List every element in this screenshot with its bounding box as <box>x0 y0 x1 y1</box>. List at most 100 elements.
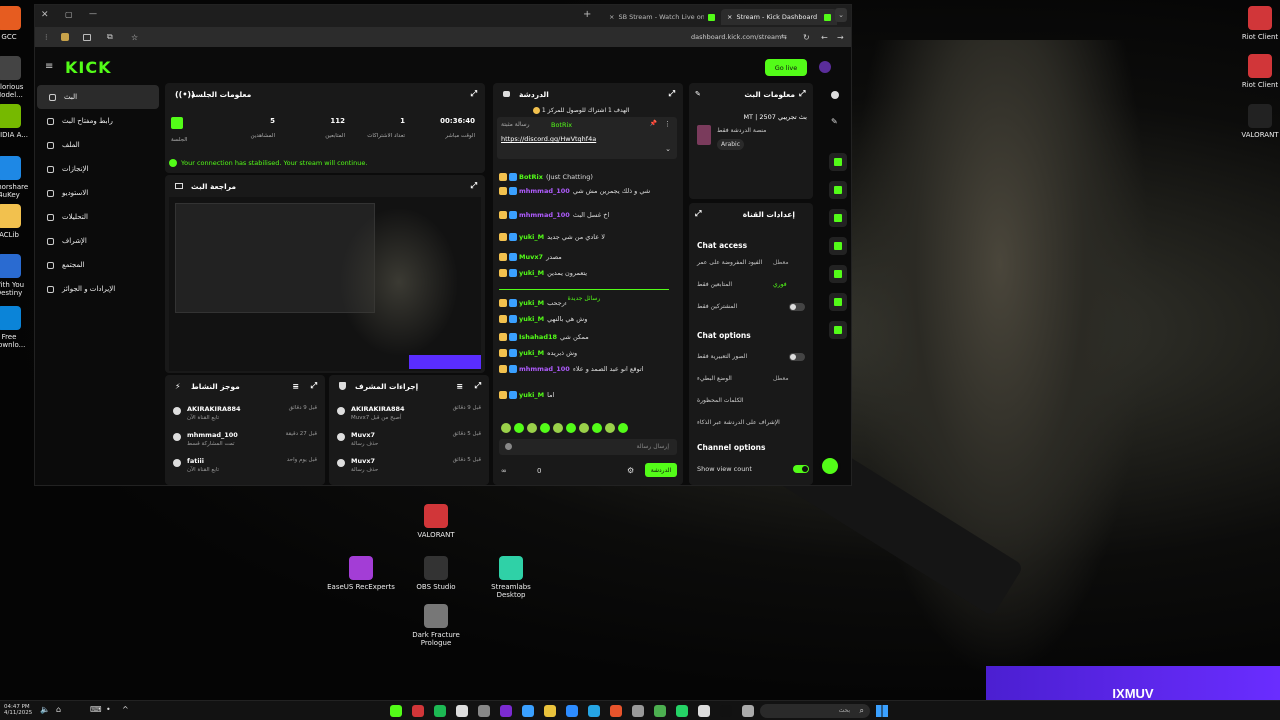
taskbar-app-icon[interactable] <box>456 705 468 717</box>
chat-username[interactable]: Ishahad18 <box>519 333 557 341</box>
emote-icon[interactable] <box>514 423 524 433</box>
list-item-user[interactable]: fatiii <box>187 457 204 465</box>
desktop-icon[interactable]: GCC <box>0 6 32 41</box>
start-windows-icon[interactable] <box>876 705 888 717</box>
share-icon[interactable]: ⇆ <box>781 33 787 41</box>
chat-username[interactable]: mhmmad_100 <box>519 187 570 195</box>
extension-icon[interactable] <box>61 33 69 41</box>
chat-message[interactable]: mhmmad_100 اتوقع انو عبد الصمد و علاء <box>499 365 643 373</box>
desktop-icon[interactable]: Glorious Model... <box>0 56 32 99</box>
desktop-icon[interactable]: ACLib <box>0 204 32 239</box>
kick-logo[interactable]: KICK <box>65 58 112 77</box>
close-tab-icon[interactable]: × <box>609 13 614 21</box>
clock[interactable]: 04:47 PM 4/11/2025 <box>4 704 32 716</box>
reload-icon[interactable]: ↻ <box>803 33 810 42</box>
list-item-user[interactable]: Muvx7 <box>351 457 375 465</box>
desktop-icon[interactable]: VALORANT <box>1236 104 1280 139</box>
list-item-user[interactable]: Muvx7 <box>351 431 375 439</box>
chat-message[interactable]: Ishahad18 ممكن شي <box>499 333 589 341</box>
taskbar-app-icon[interactable] <box>610 705 622 717</box>
pinned-user[interactable]: BotRix <box>551 121 572 129</box>
url-text[interactable]: dashboard.kick.com/stream <box>691 33 781 41</box>
list-item-user[interactable]: AKIRAKIRA884 <box>351 405 405 413</box>
taskbar-app-icon[interactable] <box>434 705 446 717</box>
taskbar-app-icon[interactable] <box>412 705 424 717</box>
emote-icon[interactable] <box>592 423 602 433</box>
taskbar-app-icon[interactable] <box>566 705 578 717</box>
volume-icon[interactable]: 🔈 <box>40 705 50 714</box>
restore-icon[interactable]: ▢ <box>65 10 73 19</box>
pencil-icon[interactable]: ✎ <box>831 117 838 126</box>
sidebar-item[interactable]: البث <box>37 85 159 109</box>
sidebar-item[interactable]: رابط ومفتاح البث <box>35 109 161 133</box>
rail-tool-button[interactable] <box>829 209 847 227</box>
forward-icon[interactable]: → <box>837 33 844 42</box>
collapse-icon[interactable]: ⌄ <box>665 145 671 153</box>
hamburger-menu-icon[interactable]: ≡ <box>45 61 53 72</box>
setting-toggle[interactable] <box>789 303 805 311</box>
chat-username[interactable]: yuki_M <box>519 269 544 277</box>
rail-tool-button[interactable] <box>829 321 847 339</box>
minimize-icon[interactable]: — <box>89 9 97 18</box>
popout-icon[interactable]: ⤢ <box>475 381 481 391</box>
desktop-icon[interactable]: NVIDIA A... <box>0 104 32 139</box>
popout-icon[interactable]: ⤢ <box>695 209 701 219</box>
emote-icon[interactable] <box>566 423 576 433</box>
filter-icon[interactable]: ≡ <box>456 382 463 391</box>
back-icon[interactable]: ← <box>821 33 828 42</box>
profile-icon[interactable]: ✕ <box>41 10 49 20</box>
desktop-icon[interactable]: With You Destiny <box>0 254 32 297</box>
sidebar-item[interactable]: الإيرادات و الجوائز <box>35 277 161 301</box>
menu-icon[interactable]: ⋮ <box>43 33 50 41</box>
sidebar-item[interactable]: الإشراف <box>35 229 161 253</box>
taskbar-app-icon[interactable] <box>522 705 534 717</box>
chat-input[interactable]: إرسال رسالة <box>499 439 677 455</box>
chat-username[interactable]: BotRix <box>519 173 543 181</box>
chat-message[interactable]: yuki_M يتعمرون يمدين <box>499 269 587 277</box>
network-icon[interactable]: ⌂ <box>56 705 61 714</box>
taskbar-search[interactable]: بحث ⌕ <box>760 704 870 718</box>
list-item-user[interactable]: AKIRAKIRA884 <box>187 405 241 413</box>
stream-preview-video[interactable] <box>169 197 481 371</box>
desktop-icon[interactable]: Riot Client <box>1236 54 1280 89</box>
rail-tool-button[interactable] <box>829 153 847 171</box>
popout-icon[interactable]: ⤢ <box>669 89 675 99</box>
chat-username[interactable]: yuki_M <box>519 233 544 241</box>
emote-icon[interactable] <box>540 423 550 433</box>
taskbar-app-icon[interactable] <box>390 705 402 717</box>
chat-username[interactable]: mhmmad_100 <box>519 211 570 219</box>
emote-icon[interactable] <box>618 423 628 433</box>
taskbar-app-icon[interactable] <box>500 705 512 717</box>
info-icon[interactable] <box>831 91 839 99</box>
desktop-icon[interactable]: Riot Client <box>1236 6 1280 41</box>
edit-icon[interactable]: ✎ <box>695 90 701 98</box>
sidebar-item[interactable]: الملف <box>35 133 161 157</box>
mic-icon[interactable]: • <box>106 705 111 714</box>
help-chat-button[interactable] <box>819 455 841 477</box>
tab-dashboard[interactable]: × Stream - Kick Dashboard <box>721 9 837 25</box>
sidebar-item[interactable]: الاستوديو <box>35 181 161 205</box>
sidebar-item[interactable]: الإنجازات <box>35 157 161 181</box>
rail-tool-button[interactable] <box>829 293 847 311</box>
send-chat-button[interactable]: الدردشة <box>645 463 677 477</box>
emote-icon[interactable] <box>579 423 589 433</box>
taskbar-app-icon[interactable] <box>676 705 688 717</box>
desktop-icon[interactable]: Streamlabs Desktop <box>476 556 546 599</box>
desktop-icon[interactable]: Tenorshare 4uKey <box>0 156 32 199</box>
taskbar-app-icon[interactable] <box>478 705 490 717</box>
taskbar-app-icon[interactable] <box>632 705 644 717</box>
show-hidden-icons[interactable]: ^ <box>122 705 129 714</box>
chat-message[interactable]: mhmmad_100 اخ غسل البث <box>499 211 609 219</box>
pinned-link[interactable]: https://discord.gg/HwVtghf4a <box>501 135 596 143</box>
sidebar-item[interactable]: التحليلات <box>35 205 161 229</box>
tab-watch[interactable]: × SB Stream - Watch Live on Ki... <box>603 9 721 25</box>
extensions-icon[interactable]: ⧉ <box>107 32 113 42</box>
rail-tool-button[interactable] <box>829 237 847 255</box>
sidebar-item[interactable]: المجتمع <box>35 253 161 277</box>
bookmark-icon[interactable]: ☆ <box>131 33 138 42</box>
chat-message[interactable]: Muvx7 مصدر <box>499 253 562 261</box>
emote-icon[interactable] <box>605 423 615 433</box>
list-item-user[interactable]: mhmmad_100 <box>187 431 238 439</box>
settings-gear-icon[interactable]: ⚙ <box>627 466 634 475</box>
taskbar-app-icon[interactable] <box>698 705 710 717</box>
